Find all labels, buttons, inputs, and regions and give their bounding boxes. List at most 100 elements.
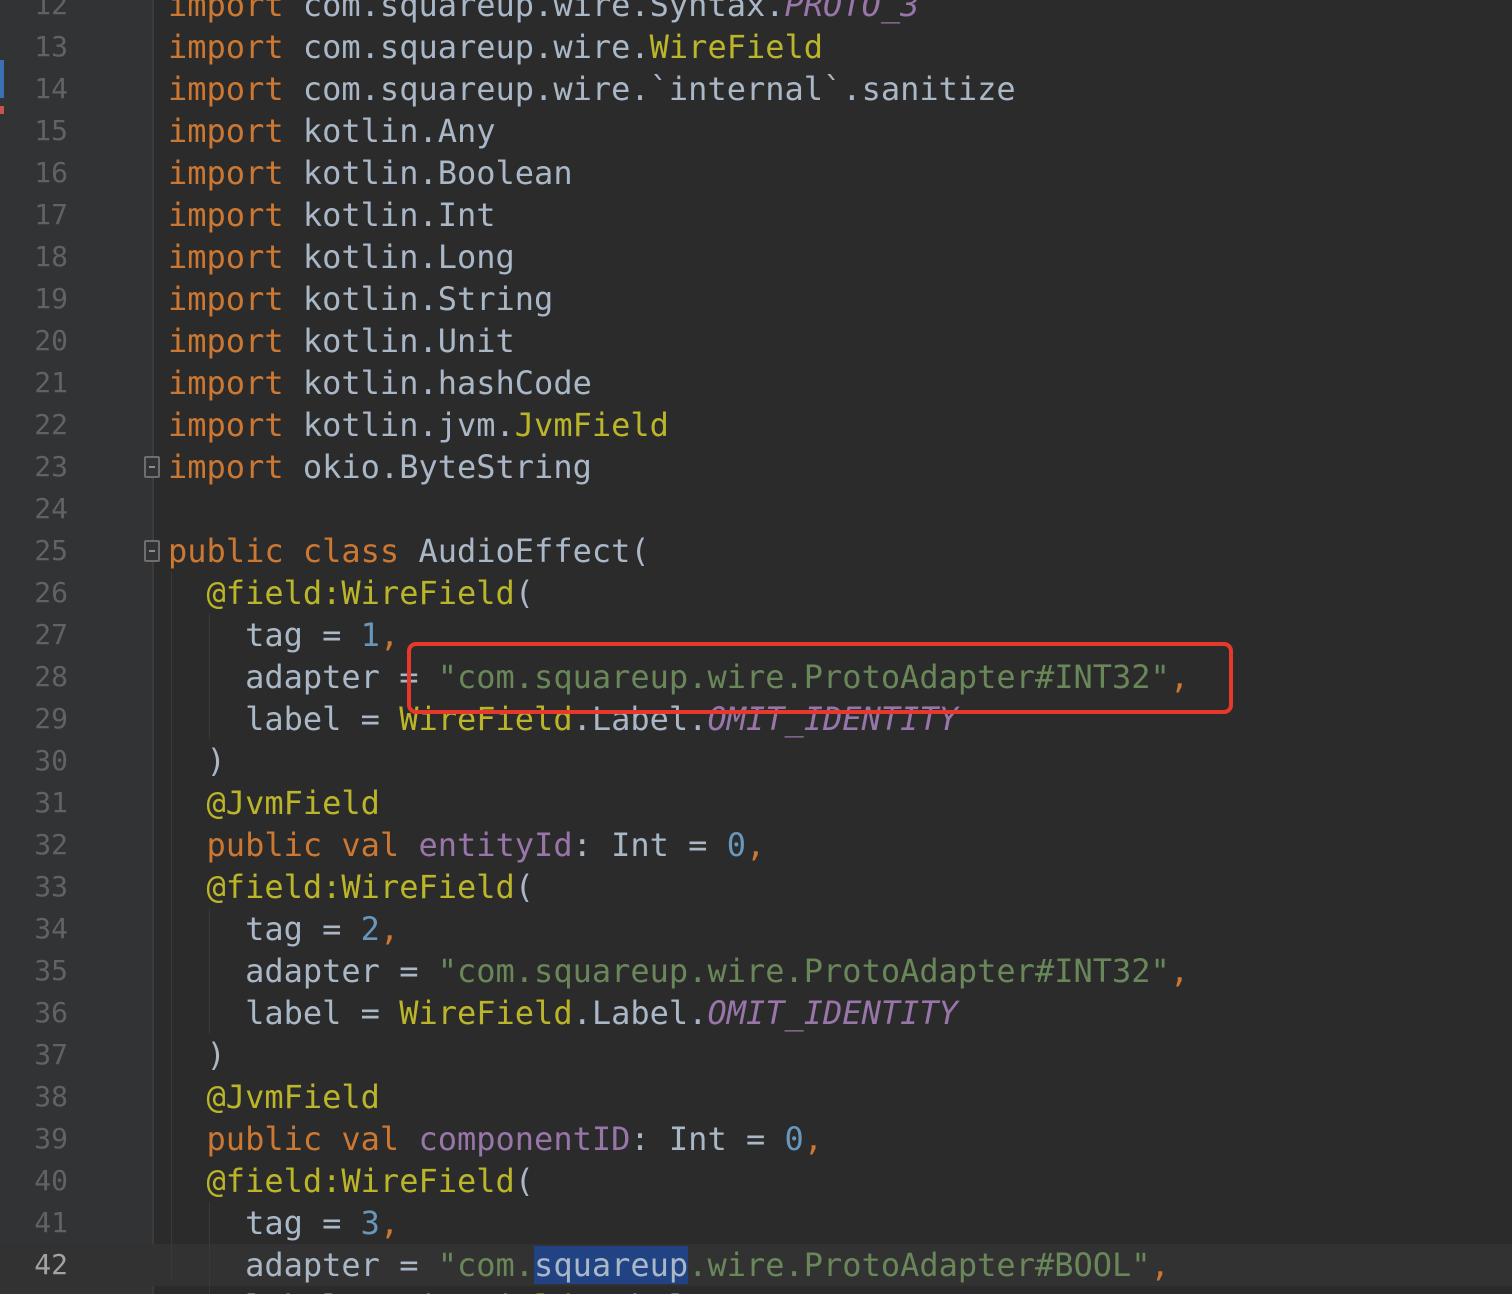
code-text[interactable]: ): [168, 740, 226, 782]
code-line[interactable]: 28 adapter = "com.squareup.wire.ProtoAda…: [0, 656, 1512, 698]
code-text[interactable]: import kotlin.Any: [168, 110, 496, 152]
code-text[interactable]: import kotlin.Int: [168, 194, 496, 236]
code-text[interactable]: import com.squareup.wire.WireField: [168, 26, 823, 68]
line-number: 16: [34, 156, 68, 189]
code-line[interactable]: 13 import com.squareup.wire.WireField: [0, 26, 1512, 68]
code-line[interactable]: 34 tag = 2,: [0, 908, 1512, 950]
code-token-kw: import: [168, 70, 284, 108]
code-token-text: tag =: [168, 616, 361, 654]
code-token-num: 0: [784, 1120, 804, 1158]
code-line[interactable]: 15 import kotlin.Any: [0, 110, 1512, 152]
code-token-kw: ,: [803, 1120, 824, 1158]
code-line[interactable]: 36 label = WireField.Label.OMIT_IDENTITY: [0, 992, 1512, 1034]
line-number: 43: [0, 1286, 68, 1294]
code-text[interactable]: import kotlin.Boolean: [168, 152, 573, 194]
code-text[interactable]: label = WireField.Label.OMIT_IDENTITY: [168, 992, 958, 1034]
code-line[interactable]: 31 @JvmField: [0, 782, 1512, 824]
code-text[interactable]: public val componentID: Int = 0,: [168, 1118, 824, 1160]
code-line[interactable]: 22 import kotlin.jvm.JvmField: [0, 404, 1512, 446]
code-token-str: "com.squareup.wire.ProtoAdapter#INT32": [437, 952, 1170, 990]
line-number: 29: [34, 702, 68, 735]
code-text[interactable]: adapter = "com.squareup.wire.ProtoAdapte…: [168, 950, 1189, 992]
code-token-text: kotlin.Unit: [283, 322, 515, 360]
code-line[interactable]: 21 import kotlin.hashCode: [0, 362, 1512, 404]
code-line[interactable]: 16 import kotlin.Boolean: [0, 152, 1512, 194]
code-text[interactable]: public val entityId: Int = 0,: [168, 824, 766, 866]
code-line[interactable]: 23 import okio.ByteString: [0, 446, 1512, 488]
code-line[interactable]: 19 import kotlin.String: [0, 278, 1512, 320]
code-line[interactable]: 26 @field:WireField(: [0, 572, 1512, 614]
code-text[interactable]: ): [168, 1034, 226, 1076]
code-line[interactable]: 32 public val entityId: Int = 0,: [0, 824, 1512, 866]
code-text[interactable]: tag = 1,: [168, 614, 399, 656]
code-text[interactable]: public class AudioEffect(: [168, 530, 650, 572]
code-text[interactable]: @field:WireField(: [168, 572, 535, 614]
code-text[interactable]: import com.squareup.wire.Syntax.PROTO_3: [168, 0, 919, 26]
code-text[interactable]: label = WireField.Label.OMIT_IDENTITY: [168, 698, 958, 740]
fold-toggle-icon[interactable]: [144, 456, 160, 478]
code-line[interactable]: 12 import com.squareup.wire.Syntax.PROTO_…: [0, 0, 1512, 26]
code-text[interactable]: import kotlin.jvm.JvmField: [168, 404, 669, 446]
line-number: 39: [34, 1122, 68, 1155]
code-text[interactable]: import okio.ByteString: [168, 446, 592, 488]
code-token-text: (: [514, 868, 535, 906]
line-number: 12: [34, 0, 68, 21]
code-text[interactable]: label = WireField.Label.OMIT_IDENTITY: [168, 1286, 958, 1294]
code-line[interactable]: 43 label = WireField.Label.OMIT_IDENTITY: [0, 1286, 1512, 1294]
code-line[interactable]: 35 adapter = "com.squareup.wire.ProtoAda…: [0, 950, 1512, 992]
code-line[interactable]: 39 public val componentID: Int = 0,: [0, 1118, 1512, 1160]
line-number: 36: [34, 996, 68, 1029]
code-line[interactable]: 20 import kotlin.Unit: [0, 320, 1512, 362]
code-text[interactable]: import kotlin.Unit: [168, 320, 515, 362]
code-token-str: "com.: [437, 1246, 535, 1284]
code-line[interactable]: 27 tag = 1,: [0, 614, 1512, 656]
code-line[interactable]: 40 @field:WireField(: [0, 1160, 1512, 1202]
code-text[interactable]: @JvmField: [168, 1076, 380, 1118]
code-line[interactable]: 24: [0, 488, 1512, 530]
code-token-ann: JvmField: [514, 406, 669, 444]
line-number: 37: [34, 1038, 68, 1071]
code-token-text: com.squareup.wire.: [283, 28, 650, 66]
code-line-current[interactable]: 42 adapter = "com.squareup.wire.ProtoAda…: [0, 1244, 1512, 1286]
line-number: 17: [34, 198, 68, 231]
code-token-text: tag =: [168, 1204, 361, 1242]
code-text[interactable]: @field:WireField(: [168, 866, 535, 908]
code-line[interactable]: 30 ): [0, 740, 1512, 782]
code-text[interactable]: import kotlin.Long: [168, 236, 515, 278]
code-line[interactable]: 29 label = WireField.Label.OMIT_IDENTITY: [0, 698, 1512, 740]
line-number: 23: [34, 450, 68, 483]
code-token-text: .Label.: [572, 700, 708, 738]
code-token-text: (: [514, 574, 535, 612]
code-editor[interactable]: 12 import com.squareup.wire.Syntax.PROTO_…: [0, 0, 1512, 1294]
fold-toggle-icon[interactable]: [144, 540, 160, 562]
code-token-kw: import: [168, 238, 284, 276]
code-text[interactable]: adapter = "com.squareup.wire.ProtoAdapte…: [168, 1244, 1170, 1286]
code-line[interactable]: 17 import kotlin.Int: [0, 194, 1512, 236]
code-text[interactable]: import kotlin.String: [168, 278, 553, 320]
code-line[interactable]: 33 @field:WireField(: [0, 866, 1512, 908]
code-text[interactable]: adapter = "com.squareup.wire.ProtoAdapte…: [168, 656, 1189, 698]
code-line[interactable]: 25 public class AudioEffect(: [0, 530, 1512, 572]
code-line[interactable]: 41 tag = 3,: [0, 1202, 1512, 1244]
code-line[interactable]: 18 import kotlin.Long: [0, 236, 1512, 278]
code-token-kw: import: [168, 406, 284, 444]
code-text[interactable]: @field:WireField(: [168, 1160, 535, 1202]
code-token-text: kotlin.Int: [283, 196, 496, 234]
code-token-text: com.squareup.wire.`internal`.sanitize: [283, 70, 1016, 108]
code-text[interactable]: import com.squareup.wire.`internal`.sani…: [168, 68, 1016, 110]
code-text[interactable]: tag = 2,: [168, 908, 399, 950]
code-token-kw: import: [168, 196, 284, 234]
code-text[interactable]: import kotlin.hashCode: [168, 362, 592, 404]
line-number: 34: [34, 912, 68, 945]
code-token-text: : Int =: [630, 1120, 785, 1158]
code-text[interactable]: @JvmField: [168, 782, 380, 824]
code-line[interactable]: 37 ): [0, 1034, 1512, 1076]
code-text[interactable]: tag = 3,: [168, 1202, 399, 1244]
line-number: 25: [34, 534, 68, 567]
code-line[interactable]: 14 import com.squareup.wire.`internal`.sa…: [0, 68, 1512, 110]
code-token-kw: import: [168, 112, 284, 150]
code-line[interactable]: 38 @JvmField: [0, 1076, 1512, 1118]
